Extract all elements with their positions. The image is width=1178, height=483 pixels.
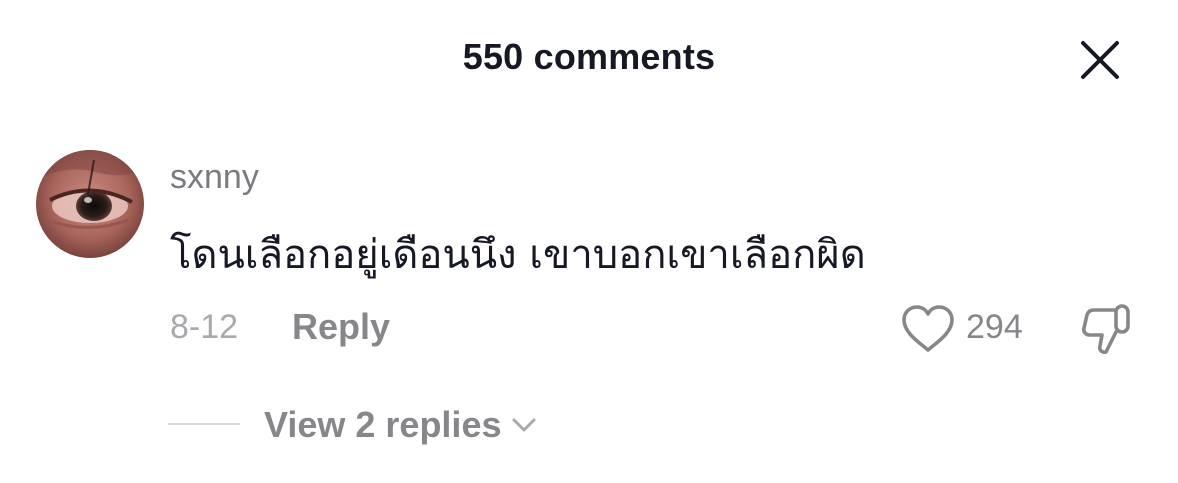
reply-button[interactable]: Reply	[292, 306, 390, 348]
like-button[interactable]	[900, 304, 956, 354]
comment-username[interactable]: sxnny	[170, 158, 259, 197]
comment-date: 8-12	[170, 308, 239, 346]
view-replies-label: View 2 replies	[264, 404, 502, 445]
dislike-button[interactable]	[1080, 302, 1134, 356]
like-count: 294	[966, 308, 1023, 346]
avatar[interactable]	[36, 150, 144, 258]
chevron-down-icon	[512, 418, 536, 432]
heart-outline-icon	[902, 305, 954, 352]
view-replies-button[interactable]: View 2 replies	[264, 404, 537, 446]
replies-divider	[168, 423, 240, 425]
comments-header-title: 550 comments	[462, 36, 716, 77]
close-icon	[1081, 41, 1119, 79]
thumbs-down-icon	[1082, 304, 1130, 354]
close-button[interactable]	[1078, 38, 1122, 82]
comment-text: โดนเลือกอยู่เดือนนึง เขาบอกเขาเลือกผิด	[170, 232, 866, 278]
